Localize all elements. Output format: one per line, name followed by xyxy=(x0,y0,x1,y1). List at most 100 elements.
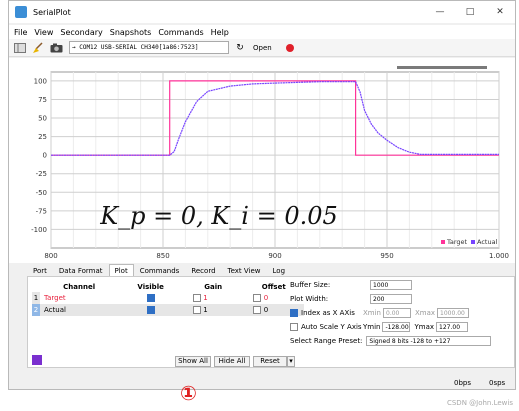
buffer-size-value: 1000 xyxy=(373,281,389,289)
port-select-value: → COM12 USB-SERIAL CH340[1a86:7523] xyxy=(72,44,199,51)
row-number: 1 xyxy=(32,292,40,304)
port-select[interactable]: → COM12 USB-SERIAL CH340[1a86:7523] xyxy=(69,41,229,54)
menu-bar: File View Secondary Snapshots Commands H… xyxy=(9,25,515,39)
menu-commands[interactable]: Commands xyxy=(158,28,203,37)
ymax-spinbox[interactable]: 127.00 xyxy=(436,322,469,332)
menu-view[interactable]: View xyxy=(34,28,53,37)
y-tick-label: 75 xyxy=(38,96,47,104)
buffer-size-label: Buffer Size: xyxy=(290,281,331,289)
reset-button[interactable]: Reset xyxy=(253,356,287,367)
table-row[interactable]: 1 Target 1 0 xyxy=(32,292,304,304)
gain-value[interactable]: 1 xyxy=(203,294,207,302)
reset-menu-arrow-icon[interactable]: ▾ xyxy=(287,356,295,367)
y-tick-label: 25 xyxy=(38,133,47,141)
x-tick-label: 950 xyxy=(380,252,393,260)
legend-swatch xyxy=(441,240,445,244)
col-header-gain: Gain xyxy=(204,282,223,291)
title-bar: SerialPlot — □ ✕ xyxy=(9,1,515,23)
hide-all-button[interactable]: Hide All xyxy=(214,356,250,367)
xmax-spinbox[interactable]: 1000.00 xyxy=(437,308,470,318)
channel-name[interactable]: Actual xyxy=(40,304,119,316)
plot-scrollbar[interactable] xyxy=(397,66,487,69)
menu-secondary[interactable]: Secondary xyxy=(60,28,102,37)
ymin-spinbox[interactable]: -128.00 xyxy=(382,322,411,332)
xmin-spinbox[interactable]: 0.00 xyxy=(383,308,411,318)
xmax-label: Xmax xyxy=(415,309,436,317)
menu-file[interactable]: File xyxy=(14,28,27,37)
row-number: 2 xyxy=(32,304,40,316)
panel-icon[interactable] xyxy=(13,41,27,55)
plot-area[interactable]: 100 75 50 25 0 -25 -50 -75 -100 800 850 900 950 1.000… xyxy=(9,58,515,263)
y-tick-label: -50 xyxy=(36,189,47,197)
annotation-marker: ① xyxy=(180,381,197,405)
xmax-value: 1000.00 xyxy=(440,309,465,317)
tab-log[interactable]: Log xyxy=(267,264,292,276)
menu-snapshots[interactable]: Snapshots xyxy=(110,28,152,37)
col-header-visible: Visible xyxy=(137,282,164,291)
legend-swatch xyxy=(471,240,475,244)
legend-label: Target xyxy=(446,238,468,246)
watermark: CSDN @John.Lewis xyxy=(446,399,513,407)
y-tick-label: -100 xyxy=(31,226,47,234)
tab-plot[interactable]: Plot xyxy=(108,264,134,276)
clear-broom-icon[interactable] xyxy=(31,41,45,55)
plot-width-value: 200 xyxy=(373,295,385,303)
chart-annotation: K_p = 0, K_i = 0.05 xyxy=(99,202,338,230)
gain-checkbox[interactable] xyxy=(192,294,201,302)
y-tick-label: 50 xyxy=(38,115,47,123)
range-preset-value: Signed 8 bits -128 to +127 xyxy=(369,337,451,345)
tab-commands[interactable]: Commands xyxy=(134,264,186,276)
toolbar: → COM12 USB-SERIAL CH340[1a86:7523] ↻ Op… xyxy=(9,39,515,57)
settings-tabs: Port Data Format Plot Commands Record Te… xyxy=(27,264,291,276)
tab-record[interactable]: Record xyxy=(185,264,221,276)
buffer-size-spinbox[interactable]: 1000 xyxy=(370,280,412,290)
y-tick-label: 0 xyxy=(43,152,47,160)
y-tick-label: -25 xyxy=(36,170,47,178)
show-all-button[interactable]: Show All xyxy=(175,356,211,367)
ymin-value: -128.00 xyxy=(385,323,409,331)
range-preset-label: Select Range Preset: xyxy=(290,337,363,345)
record-icon[interactable] xyxy=(285,43,294,52)
legend-label: Actual xyxy=(477,238,498,246)
bps-readout: 0bps xyxy=(454,379,471,387)
index-x-axis-label: Index as X AXis xyxy=(301,309,355,317)
auto-scale-checkbox[interactable] xyxy=(290,323,298,331)
tab-data-format[interactable]: Data Format xyxy=(53,264,109,276)
auto-scale-label: Auto Scale Y Axis xyxy=(301,323,362,331)
app-icon xyxy=(15,6,27,18)
plot-width-spinbox[interactable]: 200 xyxy=(370,294,412,304)
gain-checkbox[interactable] xyxy=(192,306,201,314)
range-preset-select[interactable]: Signed 8 bits -128 to +127 xyxy=(366,336,492,346)
tab-text-view[interactable]: Text View xyxy=(222,264,267,276)
offset-value[interactable]: 0 xyxy=(264,306,268,314)
channel-table: Channel Visible Gain Offset 1 Target 1 0… xyxy=(32,281,304,316)
close-button[interactable]: ✕ xyxy=(485,1,515,23)
x-tick-label: 800 xyxy=(44,252,57,260)
gain-value[interactable]: 1 xyxy=(203,306,207,314)
x-tick-label: 1.000 xyxy=(489,252,509,260)
y-tick-label: 100 xyxy=(34,77,47,85)
offset-value[interactable]: 0 xyxy=(264,294,268,302)
menu-help[interactable]: Help xyxy=(211,28,229,37)
snapshot-camera-icon[interactable] xyxy=(49,41,63,55)
refresh-icon[interactable]: ↻ xyxy=(233,41,247,55)
visible-checkbox[interactable] xyxy=(146,294,155,302)
maximize-button[interactable]: □ xyxy=(455,1,485,23)
index-x-axis-checkbox[interactable] xyxy=(290,309,298,317)
status-bar: 0bps 0sps xyxy=(9,379,515,391)
sps-readout: 0sps xyxy=(489,379,506,387)
channel-name[interactable]: Target xyxy=(40,292,118,304)
visible-checkbox[interactable] xyxy=(146,306,155,314)
minimize-button[interactable]: — xyxy=(425,1,455,23)
offset-checkbox[interactable] xyxy=(253,306,262,314)
offset-checkbox[interactable] xyxy=(253,294,262,302)
open-button[interactable]: Open xyxy=(253,44,272,52)
table-row[interactable]: 2 Actual 1 0 xyxy=(32,304,304,316)
channel-color-swatch[interactable] xyxy=(32,355,42,365)
plot-width-label: Plot Width: xyxy=(290,295,329,303)
tab-port[interactable]: Port xyxy=(27,264,53,276)
window-title: SerialPlot xyxy=(33,7,71,17)
plot-settings-panel: Channel Visible Gain Offset 1 Target 1 0… xyxy=(27,276,515,368)
x-tick-label: 850 xyxy=(156,252,169,260)
xmin-label: Xmin xyxy=(363,309,381,317)
